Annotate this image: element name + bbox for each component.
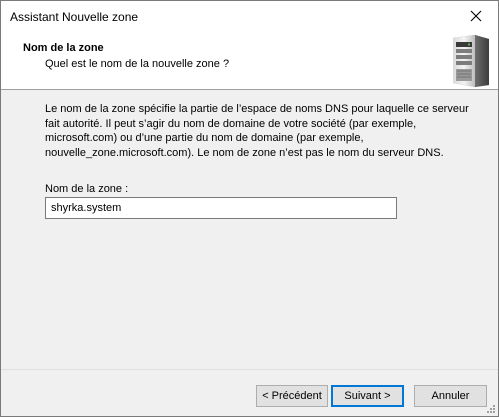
server-icon bbox=[453, 35, 489, 87]
page-subtitle: Quel est le nom de la nouvelle zone ? bbox=[45, 58, 230, 70]
window-title: Assistant Nouvelle zone bbox=[10, 10, 139, 24]
close-icon bbox=[470, 10, 482, 22]
cancel-button[interactable]: Annuler bbox=[414, 385, 487, 407]
zone-description: Le nom de la zone spécifie la partie de … bbox=[45, 103, 469, 159]
previous-button[interactable]: < Précédent bbox=[256, 385, 328, 407]
next-button[interactable]: Suivant > bbox=[331, 385, 404, 407]
title-bar[interactable]: Assistant Nouvelle zone bbox=[1, 1, 498, 31]
wizard-window: Assistant Nouvelle zone Nom de la zone Q… bbox=[0, 0, 499, 417]
wizard-header: Nom de la zone Quel est le nom de la nou… bbox=[1, 31, 498, 90]
zone-name-label: Nom de la zone : bbox=[45, 183, 129, 195]
resize-grip-icon[interactable] bbox=[486, 404, 496, 414]
page-title: Nom de la zone bbox=[23, 42, 104, 54]
footer-divider bbox=[1, 369, 498, 370]
close-button[interactable] bbox=[454, 1, 498, 31]
zone-name-input[interactable] bbox=[45, 197, 397, 219]
